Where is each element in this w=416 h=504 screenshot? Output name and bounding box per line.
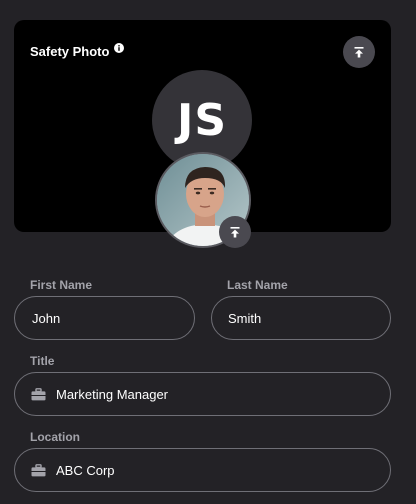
first-name-label: First Name bbox=[30, 278, 93, 292]
upload-icon bbox=[354, 46, 364, 57]
location-label: Location bbox=[30, 430, 80, 444]
initials-text: JS bbox=[176, 94, 228, 146]
info-icon[interactable] bbox=[114, 41, 125, 53]
last-name-input[interactable] bbox=[212, 297, 390, 339]
title-label: Title bbox=[30, 354, 55, 368]
location-input[interactable] bbox=[56, 449, 390, 491]
upload-icon bbox=[230, 226, 240, 237]
last-name-label: Last Name bbox=[227, 278, 288, 292]
card-title: Safety Photo bbox=[30, 41, 125, 59]
title-field[interactable] bbox=[14, 372, 391, 416]
briefcase-icon bbox=[31, 387, 46, 400]
briefcase-icon bbox=[31, 463, 46, 476]
location-field[interactable] bbox=[14, 448, 391, 492]
upload-avatar-button[interactable] bbox=[219, 216, 251, 248]
last-name-field[interactable] bbox=[211, 296, 391, 340]
profile-page: Safety Photo JS First Name John Last Nam… bbox=[0, 0, 416, 504]
first-name-input[interactable] bbox=[15, 297, 194, 339]
title-input[interactable] bbox=[56, 373, 390, 415]
first-name-field[interactable] bbox=[14, 296, 195, 340]
upload-photo-button[interactable] bbox=[343, 36, 375, 68]
card-title-text: Safety Photo bbox=[30, 44, 110, 59]
